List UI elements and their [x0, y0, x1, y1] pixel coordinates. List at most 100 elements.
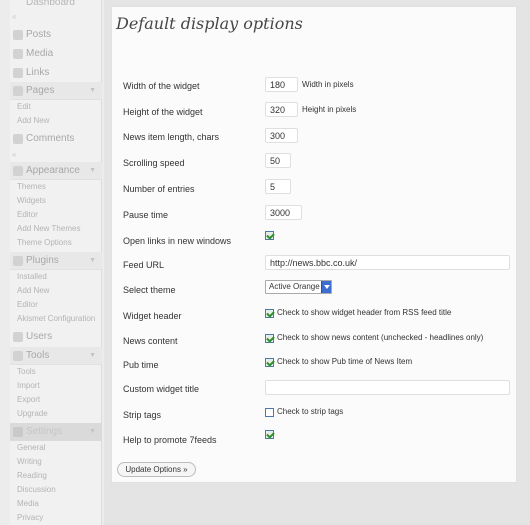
scrolling-speed-label: Scrolling speed	[123, 158, 185, 168]
sidebar-subitem-reading[interactable]: Reading	[10, 469, 102, 483]
promote-label: Help to promote 7feeds	[123, 435, 217, 445]
scrolling-speed-input[interactable]	[265, 153, 291, 168]
sidebar-item-appearance[interactable]: Appearance ▼	[10, 162, 102, 180]
theme-select-value: Active Orange	[269, 282, 320, 291]
news-content-label: News content	[123, 336, 178, 346]
sidebar-item-label: Pages	[26, 85, 55, 96]
pushpin-icon	[13, 30, 23, 40]
sidebar-subitem-import[interactable]: Import	[10, 379, 102, 393]
sidebar-item-label: Settings	[26, 426, 63, 437]
new-window-checkbox[interactable]	[265, 231, 274, 240]
chevron-down-icon[interactable]: ▼	[89, 252, 96, 270]
sidebar-subitem-installed[interactable]: Installed	[10, 270, 102, 284]
sidebar-item-label: Tools	[26, 350, 50, 361]
news-content-hint: Check to show news content (unchecked - …	[277, 333, 484, 342]
sidebar-item-label: Links	[26, 67, 50, 78]
admin-sidebar: Dashboard « Posts Media Links Pages ▼ Ed…	[0, 0, 104, 525]
new-window-label: Open links in new windows	[123, 236, 232, 246]
strip-tags-checkbox[interactable]	[265, 408, 274, 417]
pages-icon	[13, 86, 23, 96]
widget-header-hint: Check to show widget header from RSS fee…	[277, 308, 452, 317]
sidebar-item-pages[interactable]: Pages ▼	[10, 82, 102, 100]
news-length-input[interactable]	[265, 128, 298, 143]
sidebar-separator[interactable]: «	[10, 151, 102, 159]
pub-time-checkbox[interactable]	[265, 358, 274, 367]
sidebar-subitem-widgets[interactable]: Widgets	[10, 194, 102, 208]
theme-label: Select theme	[123, 285, 176, 295]
pub-time-hint: Check to show Pub time of News Item	[277, 357, 413, 366]
sidebar-subitem-akismet[interactable]: Akismet Configuration	[10, 312, 102, 326]
sidebar-subitem-export[interactable]: Export	[10, 393, 102, 407]
sidebar-separator[interactable]: «	[10, 13, 102, 21]
sidebar-item-tools[interactable]: Tools ▼	[10, 347, 102, 365]
chevron-down-icon[interactable]: ▼	[89, 82, 96, 100]
sidebar-subitem-plugin-editor[interactable]: Editor	[10, 298, 102, 312]
sidebar-subitem-media-settings[interactable]: Media	[10, 497, 102, 511]
plugins-icon	[13, 256, 23, 266]
sidebar-item-label: Plugins	[26, 255, 59, 266]
sidebar-subitem-themes[interactable]: Themes	[10, 180, 102, 194]
sidebar-item-label: Users	[26, 331, 53, 342]
strip-tags-label: Strip tags	[123, 410, 162, 420]
settings-icon	[13, 427, 23, 437]
sidebar-subitem-add-new-plugin[interactable]: Add New	[10, 284, 102, 298]
sidebar-subitem-edit[interactable]: Edit	[10, 100, 102, 114]
sidebar-item-plugins[interactable]: Plugins ▼	[10, 252, 102, 270]
feed-url-label: Feed URL	[123, 260, 165, 270]
news-content-checkbox[interactable]	[265, 334, 274, 343]
entries-label: Number of entries	[123, 184, 195, 194]
theme-select[interactable]: Active Orange	[265, 280, 332, 294]
comments-icon	[13, 134, 23, 144]
chevron-down-icon[interactable]: ▼	[89, 347, 96, 365]
sidebar-subitem-editor[interactable]: Editor	[10, 208, 102, 222]
chevron-down-icon[interactable]: ▼	[89, 162, 96, 180]
sidebar-item-posts[interactable]: Posts	[10, 26, 102, 44]
pub-time-label: Pub time	[123, 360, 159, 370]
sidebar-item-label: Comments	[26, 133, 75, 144]
strip-tags-hint: Check to strip tags	[277, 407, 344, 416]
custom-title-input[interactable]	[265, 380, 510, 395]
sidebar-subitem-add-new-page[interactable]: Add New	[10, 114, 102, 128]
width-input[interactable]	[265, 77, 298, 92]
height-input[interactable]	[265, 102, 298, 117]
page-title: Default display options	[116, 14, 303, 33]
tools-icon	[13, 351, 23, 361]
chevron-down-icon[interactable]: ▼	[89, 423, 96, 441]
sidebar-subitem-upgrade[interactable]: Upgrade	[10, 407, 102, 421]
width-label: Width of the widget	[123, 81, 200, 91]
update-options-button[interactable]: Update Options »	[117, 462, 196, 477]
options-panel: Default display options Width of the wid…	[111, 6, 517, 483]
sidebar-item-comments[interactable]: Comments	[10, 130, 102, 148]
sidebar-subitem-general[interactable]: General	[10, 441, 102, 455]
pause-time-input[interactable]	[265, 205, 302, 220]
sidebar-item-links[interactable]: Links	[10, 64, 102, 82]
sidebar-subitem-theme-options[interactable]: Theme Options	[10, 236, 102, 250]
chevron-down-icon[interactable]	[321, 281, 331, 293]
widget-header-checkbox[interactable]	[265, 309, 274, 318]
pause-time-label: Pause time	[123, 210, 169, 220]
width-hint: Width in pixels	[302, 80, 354, 89]
sidebar-subitem-privacy[interactable]: Privacy	[10, 511, 102, 525]
widget-header-label: Widget header	[123, 311, 182, 321]
sidebar-item-media[interactable]: Media	[10, 45, 102, 63]
sidebar-subitem-tools[interactable]: Tools	[10, 365, 102, 379]
custom-title-label: Custom widget title	[123, 384, 200, 394]
sidebar-item-label: Media	[26, 48, 54, 59]
sidebar-item-settings[interactable]: Settings ▼	[10, 423, 102, 441]
link-icon	[13, 68, 23, 78]
users-icon	[13, 332, 23, 342]
height-hint: Height in pixels	[302, 105, 357, 114]
entries-input[interactable]	[265, 179, 291, 194]
appearance-icon	[13, 166, 23, 176]
feed-url-input[interactable]	[265, 255, 510, 270]
sidebar-subitem-writing[interactable]: Writing	[10, 455, 102, 469]
sidebar-item-label: Posts	[26, 29, 52, 40]
news-length-label: News item length, chars	[123, 132, 220, 142]
sidebar-subitem-discussion[interactable]: Discussion	[10, 483, 102, 497]
sidebar-subitem-add-new-themes[interactable]: Add New Themes	[10, 222, 102, 236]
sidebar-item-users[interactable]: Users	[10, 328, 102, 346]
sidebar-item-label: Appearance	[26, 165, 80, 176]
promote-checkbox[interactable]	[265, 430, 274, 439]
height-label: Height of the widget	[123, 107, 203, 117]
sidebar-item-dashboard[interactable]: Dashboard	[26, 0, 75, 8]
